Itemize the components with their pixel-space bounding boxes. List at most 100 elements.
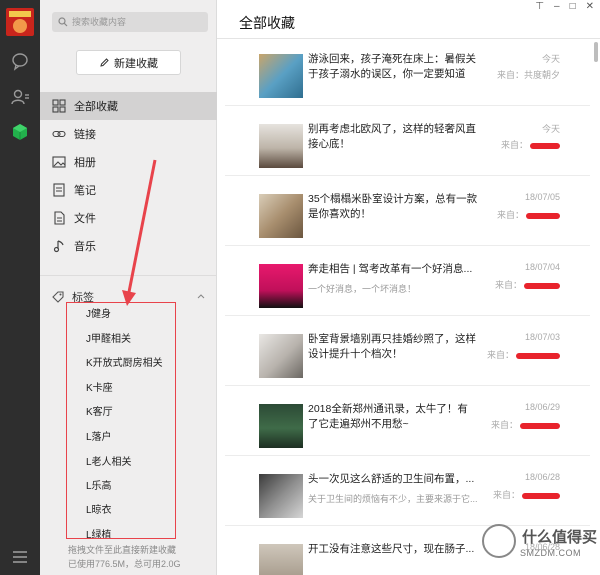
item-source: 来自： [493, 488, 560, 501]
item-title: 奔走相告 | 驾考改革有一个好消息... [308, 263, 473, 275]
grid-icon [52, 99, 66, 113]
item-title: 别再考虑北欧风了，这样的轻奢风直接心底！ [308, 123, 476, 150]
contacts-icon[interactable] [9, 86, 31, 108]
menu-icon[interactable] [9, 546, 31, 568]
favorite-item[interactable]: 游泳回来，孩子淹死在床上：暑假关于孩子溺水的误区，你一定要知道 今天 来自：共度… [225, 44, 590, 106]
favorite-item[interactable]: 35个榻榻米卧室设计方案，总有一款是你喜欢的！ 18/07/05 来自： [225, 184, 590, 246]
tag-item[interactable]: L老人相关 [86, 455, 132, 471]
avatar[interactable] [6, 8, 34, 36]
nav-label: 文件 [74, 213, 96, 225]
tag-item[interactable]: K开放式厨房相关 [86, 356, 163, 372]
search-box[interactable] [52, 12, 208, 32]
nav-label: 全部收藏 [74, 101, 118, 113]
redaction-mark [520, 422, 560, 429]
tag-item[interactable]: J健身 [86, 307, 111, 323]
thumbnail [259, 334, 303, 378]
item-source: 来自：共度朝夕 [496, 70, 560, 80]
search-icon [58, 17, 68, 27]
item-title: 35个榻榻米卧室设计方案，总有一款是你喜欢的！ [308, 193, 478, 220]
nav-label: 笔记 [74, 185, 96, 197]
nav-music[interactable]: 音乐 [40, 232, 217, 260]
album-icon [52, 156, 66, 168]
chat-icon[interactable] [9, 50, 31, 72]
item-title: 游泳回来，孩子淹死在床上：暑假关于孩子溺水的误区，你一定要知道 [308, 53, 476, 80]
item-title: 开工没有注意这些尺寸，现在肠子... [308, 543, 475, 555]
item-date: 今天 [541, 124, 560, 134]
pin-button[interactable]: ⊤ [535, 1, 544, 12]
file-icon [54, 211, 65, 225]
watermark-logo [482, 524, 516, 558]
new-favorite-button[interactable]: 新建收藏 [76, 50, 181, 75]
nav-notes[interactable]: 笔记 [40, 176, 217, 204]
tag-item[interactable]: L乐高 [86, 479, 112, 495]
redaction-mark [524, 282, 560, 289]
item-subtitle: 一个好消息，一个坏消息！ [308, 284, 417, 294]
item-title: 头一次见这么舒适的卫生间布置，... [308, 473, 475, 485]
tag-item[interactable]: K卡座 [86, 381, 113, 397]
tag-item[interactable]: K客厅 [86, 405, 113, 421]
item-date: 18/07/04 [524, 262, 560, 272]
tag-item[interactable]: L晾衣 [86, 503, 112, 519]
redaction-mark [516, 352, 560, 359]
thumbnail [259, 474, 303, 518]
item-source: 来自： [501, 138, 560, 151]
thumbnail [259, 124, 303, 168]
item-date: 18/06/29 [524, 402, 560, 412]
nav-files[interactable]: 文件 [40, 204, 217, 232]
item-source: 来自： [497, 208, 560, 221]
maximize-button[interactable]: □ [570, 1, 576, 12]
nav-label: 链接 [74, 129, 96, 141]
item-date: 18/07/05 [524, 192, 560, 202]
storage-usage: 已使用776.5M，总可用2.0G [68, 559, 181, 569]
sidebar-divider [40, 275, 217, 276]
scrollbar[interactable] [594, 42, 598, 62]
pencil-icon [100, 58, 109, 67]
thumbnail [259, 544, 303, 575]
thumbnail [259, 404, 303, 448]
window-controls: ⊤ – □ ✕ [535, 1, 594, 12]
favorite-item[interactable]: 卧室背景墙别再只挂婚纱照了，这样设计提升十个档次！ 18/07/03 来自： [225, 324, 590, 386]
item-subtitle: 关于卫生间的烦恼有不少，主要来源于它... [308, 494, 478, 504]
search-input[interactable] [72, 14, 202, 30]
item-title: 2018全新郑州通讯录，太牛了！有了它走遍郑州不用愁~ [308, 403, 468, 430]
item-date: 18/06/28 [524, 472, 560, 482]
tag-item[interactable]: J甲醛相关 [86, 332, 131, 348]
favorites-cube-icon[interactable] [9, 121, 31, 143]
item-source: 来自： [495, 278, 560, 291]
tag-item[interactable]: L绿植 [86, 528, 112, 544]
nav-all-favorites[interactable]: 全部收藏 [40, 92, 217, 120]
new-favorite-label: 新建收藏 [114, 57, 158, 70]
thumbnail [259, 54, 303, 98]
redaction-mark [530, 142, 560, 149]
tags-header-label: 标签 [72, 292, 94, 304]
icon-sidebar [0, 0, 40, 575]
redaction-mark [522, 492, 560, 499]
nav-label: 相册 [74, 157, 96, 169]
nav-label: 音乐 [74, 241, 96, 253]
header-divider [217, 38, 600, 39]
item-title: 卧室背景墙别再只挂婚纱照了，这样设计提升十个档次！ [308, 333, 476, 360]
tags-header[interactable]: 标签 [52, 288, 212, 306]
item-date: 今天 [541, 54, 560, 64]
tag-item[interactable]: L落户 [86, 430, 112, 446]
chevron-up-icon[interactable] [196, 291, 206, 301]
favorite-item[interactable]: 别再考虑北欧风了，这样的轻奢风直接心底！ 今天 来自： [225, 114, 590, 176]
item-source: 来自： [491, 418, 560, 431]
main-panel: 全部收藏 ⊤ – □ ✕ 游泳回来，孩子淹死在床上：暑假关于孩子溺水的误区，你一… [217, 0, 600, 575]
thumbnail [259, 264, 303, 308]
watermark: 什么值得买 SMZDM.COM [482, 520, 598, 572]
watermark-sub: SMZDM.COM [520, 548, 581, 558]
link-icon [52, 130, 66, 138]
redaction-mark [526, 212, 560, 219]
item-source: 来自： [487, 348, 560, 361]
favorite-item[interactable]: 头一次见这么舒适的卫生间布置，... 关于卫生间的烦恼有不少，主要来源于它...… [225, 464, 590, 526]
tag-icon [52, 291, 64, 303]
page-title: 全部收藏 [239, 15, 295, 31]
minimize-button[interactable]: – [554, 1, 560, 12]
favorite-item[interactable]: 2018全新郑州通讯录，太牛了！有了它走遍郑州不用愁~ 18/06/29 来自： [225, 394, 590, 456]
nav-album[interactable]: 相册 [40, 148, 217, 176]
nav-links[interactable]: 链接 [40, 120, 217, 148]
close-button[interactable]: ✕ [586, 1, 594, 12]
favorite-item[interactable]: 奔走相告 | 驾考改革有一个好消息... 一个好消息，一个坏消息！ 18/07/… [225, 254, 590, 316]
favorites-sidebar: 新建收藏 全部收藏 链接 相册 笔记 文件 音乐 标签 J健身 J甲醛相关 K开… [40, 0, 217, 575]
